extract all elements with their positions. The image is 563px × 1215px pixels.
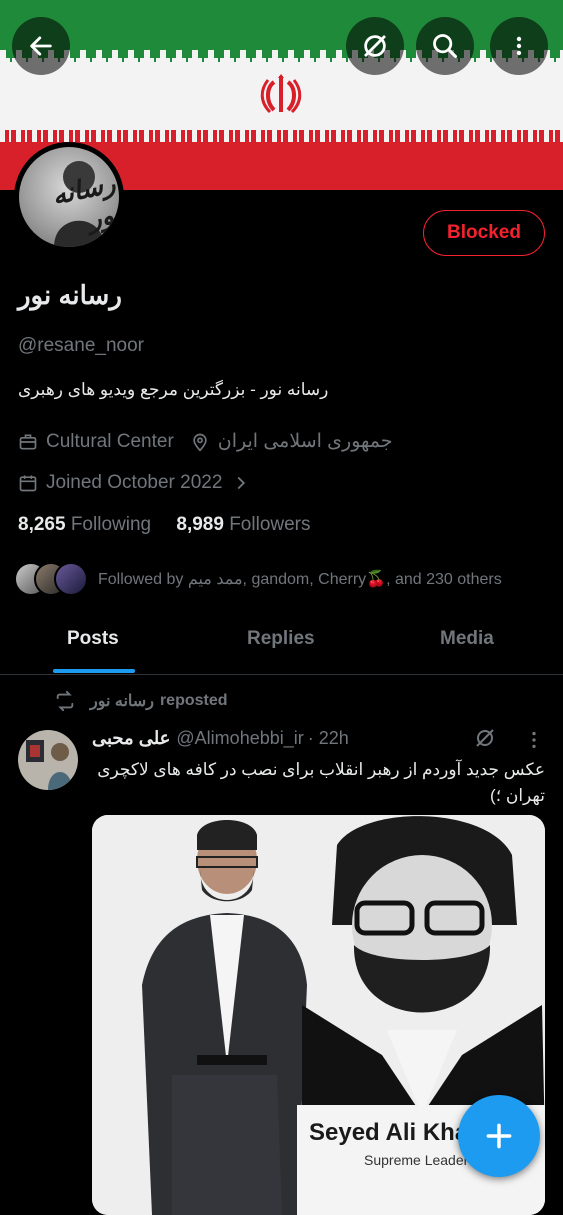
post-author-name[interactable]: علی محبی [92,728,170,749]
profile-category: Cultural Center [46,430,174,452]
post-header: علی محبی @Alimohebbi_ir · 22h [92,728,349,749]
active-tab-indicator [53,669,135,673]
profile-location: جمهوری اسلامی ایران [217,431,393,452]
tab-media[interactable]: Media [440,628,494,650]
banner-kufic-pattern-bottom [0,128,563,142]
repost-label: reposted [159,692,228,709]
followers-link[interactable]: 8,989 Followers [176,514,310,535]
tab-posts[interactable]: Posts [67,628,119,650]
arrow-left-icon [30,36,52,56]
post-author-avatar[interactable] [18,730,78,790]
author-photo-icon [26,740,72,790]
flag-emblem-icon [260,74,302,114]
profile-joined-date: Joined October 2022 [46,472,223,493]
post-time: · 22h [307,728,349,748]
back-button[interactable] [12,17,70,75]
display-name: رسانه نور [18,280,122,310]
search-icon [433,34,458,59]
profile-tabs: Posts Replies Media [0,610,563,675]
banner-kufic-pattern-top [0,50,563,62]
repost-indicator[interactable]: رسانه نور reposted [54,690,228,712]
post-more-icon[interactable] [523,729,545,751]
followed-by-row[interactable]: Followed by ممد میم, gandom, Cherry🍒, an… [14,562,502,596]
following-link[interactable]: 8,265 Following [18,514,151,535]
grok-button[interactable] [346,17,404,75]
tab-replies[interactable]: Replies [247,628,315,650]
chevron-right-icon [238,476,246,490]
user-handle: @resane_noor [18,335,144,356]
compose-post-button[interactable] [458,1095,540,1177]
calendar-icon [19,475,37,492]
post-author-handle[interactable]: @Alimohebbi_ir [176,728,303,749]
profile-joined-row[interactable]: Joined October 2022 [18,472,260,494]
location-pin-icon [193,433,207,452]
repost-icon [56,690,74,712]
follower-avatar [54,562,88,596]
avatar-image: رسانه نور [19,147,119,247]
more-vertical-icon [516,36,522,56]
post-text: عکس جدید آوردم از رهبر انقلاب برای نصب د… [97,760,545,805]
following-label: Following [70,514,152,535]
profile-bio: رسانه نور - بزرگترین مرجع ویدیو های رهبر… [18,380,329,399]
followers-label: Followers [229,514,311,535]
search-button[interactable] [416,17,474,75]
profile-avatar[interactable]: رسانه نور [14,142,124,252]
repost-by-name: رسانه نور [90,693,154,710]
follow-stats: 8,265 Following 8,989 Followers [18,514,311,536]
profile-meta-row: Cultural Center جمهوری اسلامی ایران [18,430,393,453]
followed-by-text: Followed by ممد میم, gandom, Cherry🍒, an… [98,571,502,588]
more-options-button[interactable] [490,17,548,75]
following-count: 8,265 [18,514,66,535]
plus-icon [486,1123,512,1149]
grok-icon[interactable] [473,726,497,750]
grok-icon [364,35,386,57]
briefcase-icon [19,434,37,449]
blocked-button[interactable]: Blocked [423,210,545,256]
media-caption-title: Seyed Ali Khan [309,1119,483,1146]
followers-count: 8,989 [176,514,224,535]
